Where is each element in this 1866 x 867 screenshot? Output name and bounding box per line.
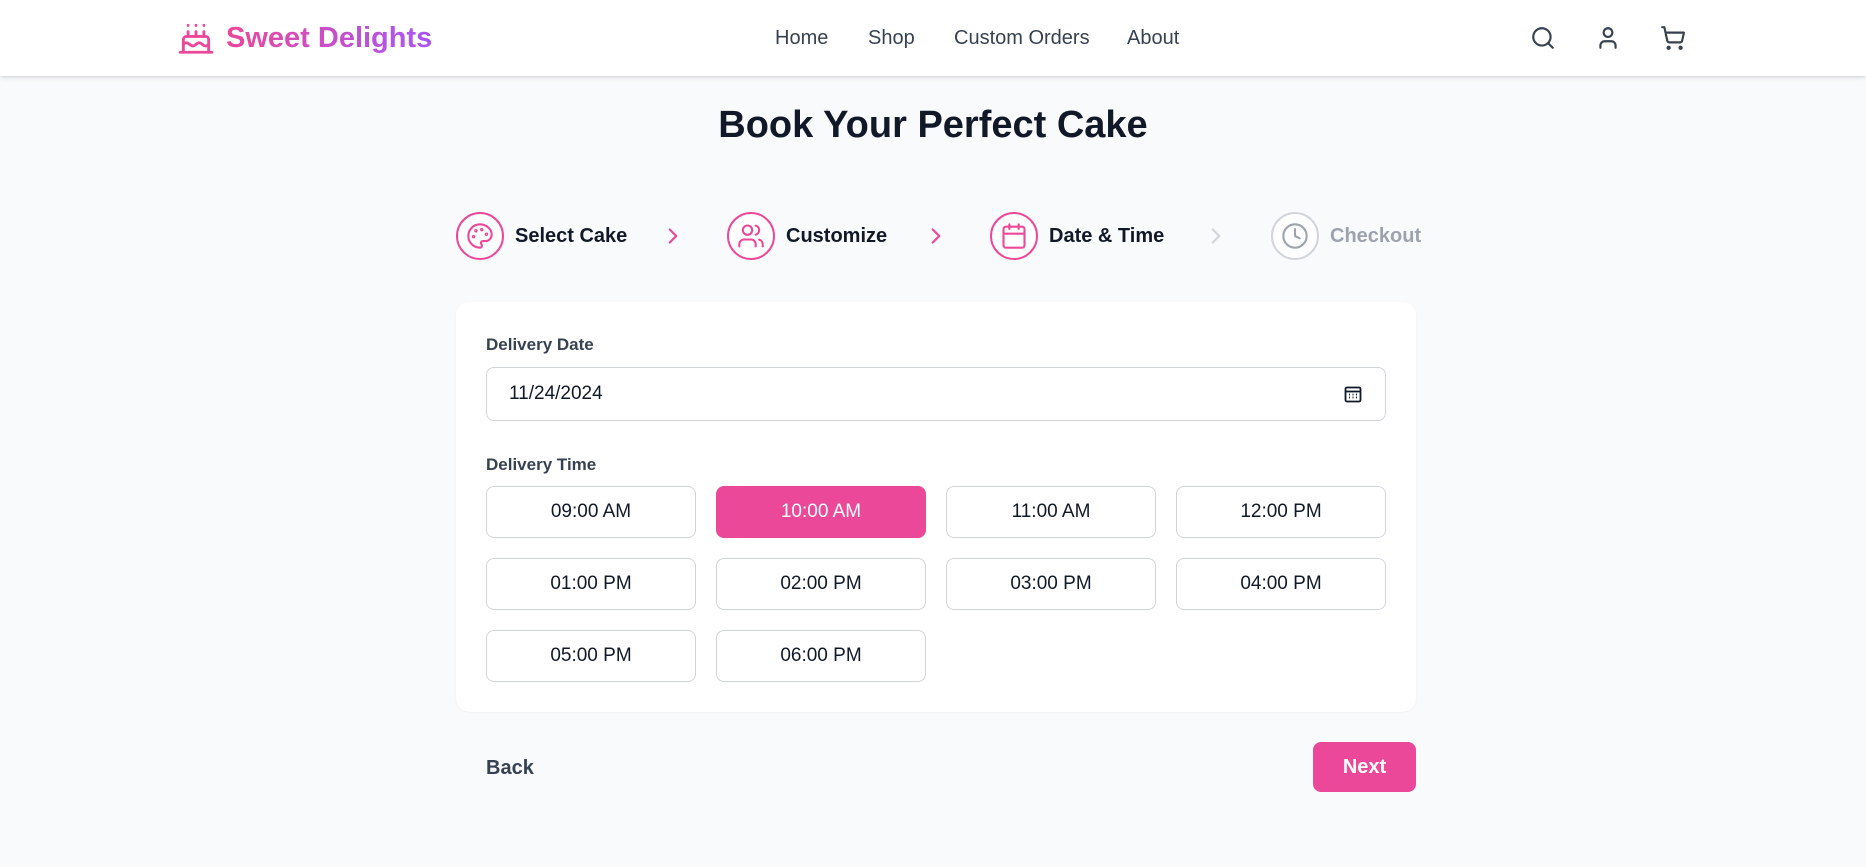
- delivery-date-value: 11/24/2024: [509, 383, 603, 404]
- step-circle: [727, 212, 775, 260]
- step-customize[interactable]: Customize: [727, 210, 887, 262]
- user-icon: [1599, 27, 1617, 49]
- cart-button[interactable]: [1656, 21, 1690, 55]
- next-button[interactable]: Next: [1313, 742, 1416, 792]
- palette-icon: [467, 223, 493, 249]
- users-icon: [738, 224, 764, 248]
- chevron-right-icon: [1203, 223, 1229, 249]
- step-circle: [1271, 212, 1319, 260]
- chevron-right-icon: [923, 223, 949, 249]
- nav-home[interactable]: Home: [775, 22, 828, 54]
- delivery-date-label: Delivery Date: [486, 335, 594, 354]
- search-icon: [1532, 27, 1554, 49]
- step-label: Customize: [786, 224, 888, 247]
- main-nav: Home Shop Custom Orders About: [0, 22, 1866, 54]
- cart-icon: [1661, 26, 1686, 50]
- calendar-picker-icon[interactable]: [1343, 384, 1363, 404]
- step-label: Checkout: [1330, 224, 1422, 247]
- site-header: Sweet Delights Home Shop Custom Orders A…: [0, 0, 1866, 76]
- page-title: Book Your Perfect Cake: [718, 104, 1148, 146]
- booking-card: Delivery Date 11/24/2024 Delivery Time 0…: [456, 302, 1416, 712]
- back-button[interactable]: Back: [486, 752, 534, 784]
- step-checkout[interactable]: Checkout: [1271, 210, 1421, 262]
- time-slot-1400[interactable]: 02:00 PM: [716, 558, 926, 610]
- clock-icon: [1282, 223, 1308, 249]
- time-slot-1200[interactable]: 12:00 PM: [1176, 486, 1386, 538]
- step-label: Date & Time: [1049, 224, 1165, 247]
- time-slot-0900[interactable]: 09:00 AM: [486, 486, 696, 538]
- time-slot-1500[interactable]: 03:00 PM: [946, 558, 1156, 610]
- time-slot-1000[interactable]: 10:00 AM: [716, 486, 926, 538]
- chevron-right-icon: [660, 223, 686, 249]
- time-slot-1100[interactable]: 11:00 AM: [946, 486, 1156, 538]
- step-select-cake[interactable]: Select Cake: [456, 210, 627, 262]
- delivery-date-input[interactable]: 11/24/2024: [486, 367, 1386, 421]
- time-slot-1800[interactable]: 06:00 PM: [716, 630, 926, 682]
- search-button[interactable]: [1526, 21, 1560, 55]
- step-date-time[interactable]: Date & Time: [990, 210, 1164, 262]
- nav-about[interactable]: About: [1127, 22, 1179, 54]
- step-label: Select Cake: [515, 224, 628, 247]
- time-slot-1300[interactable]: 01:00 PM: [486, 558, 696, 610]
- calendar-icon: [1002, 223, 1026, 249]
- nav-shop[interactable]: Shop: [868, 22, 915, 54]
- account-button[interactable]: [1591, 21, 1625, 55]
- time-slot-1700[interactable]: 05:00 PM: [486, 630, 696, 682]
- step-circle: [456, 212, 504, 260]
- nav-custom-orders[interactable]: Custom Orders: [954, 22, 1090, 54]
- time-slot-1600[interactable]: 04:00 PM: [1176, 558, 1386, 610]
- delivery-time-label: Delivery Time: [486, 455, 597, 474]
- step-circle: [990, 212, 1038, 260]
